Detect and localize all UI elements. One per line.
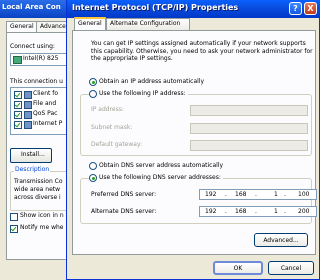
- octet: 1: [274, 191, 278, 198]
- checkbox-box[interactable]: [10, 213, 18, 221]
- checkbox-label: Notify me whe: [20, 224, 64, 231]
- checkbox-label: Show icon in n: [20, 212, 64, 219]
- tab-label: Advance: [40, 23, 66, 30]
- cancel-button[interactable]: Cancel: [268, 261, 314, 275]
- octet-separator: .: [225, 208, 227, 215]
- radio-dns-manual[interactable]: [89, 174, 97, 182]
- octet-separator: .: [284, 208, 286, 215]
- radio-dns-manual-label: Use the following DNS server addresses:: [97, 174, 223, 181]
- subnet-mask-input[interactable]: [190, 123, 308, 134]
- components-label: This connection u: [10, 78, 63, 85]
- tab-general-label: General: [78, 20, 102, 27]
- component-label: File and: [33, 100, 57, 107]
- radio-ip-manual-label: Use the following IP address:: [97, 90, 188, 97]
- advanced-button-label: Advanced...: [263, 237, 299, 244]
- description-heading: Description: [14, 166, 51, 173]
- tab-alternate-configuration[interactable]: Alternate Configuration: [106, 18, 190, 30]
- component-checkbox[interactable]: [14, 101, 22, 109]
- list-item[interactable]: File and: [14, 100, 74, 110]
- close-icon: X: [307, 4, 314, 13]
- adapter-name: Intel(R) 825: [23, 55, 59, 62]
- octet: 192: [205, 208, 217, 215]
- component-checkbox[interactable]: [14, 121, 22, 129]
- tab-alternate-label: Alternate Configuration: [110, 20, 181, 27]
- ok-button-label: OK: [233, 265, 243, 272]
- close-button[interactable]: X: [304, 2, 317, 15]
- component-icon: [24, 101, 32, 109]
- radio-ip-manual[interactable]: [89, 90, 97, 98]
- help-icon: ?: [293, 4, 298, 13]
- description-line: across diverse i: [14, 194, 61, 201]
- component-label: Client fo: [33, 90, 59, 97]
- dialog-title: Internet Protocol (TCP/IP) Properties: [72, 3, 239, 12]
- alternate-dns-input[interactable]: 192 . 168 . 1 . 200: [199, 206, 317, 217]
- component-icon: [24, 111, 32, 119]
- help-button[interactable]: ?: [289, 2, 302, 15]
- list-item[interactable]: Internet P: [14, 120, 74, 130]
- cancel-button-label: Cancel: [280, 265, 302, 272]
- ip-address-label: IP address:: [91, 106, 124, 113]
- radio-ip-auto[interactable]: [89, 78, 97, 86]
- background-title-bar: Local Area Con: [0, 0, 75, 18]
- radio-ip-auto-label: Obtain an IP address automatically: [99, 78, 205, 85]
- octet-separator: .: [284, 191, 286, 198]
- list-item[interactable]: Client fo: [14, 90, 74, 100]
- octet: 200: [298, 208, 310, 215]
- octet: 192: [205, 191, 217, 198]
- description-line: Transmission Co: [14, 178, 63, 185]
- octet-separator: .: [255, 208, 257, 215]
- dialog-description: You can get IP settings assigned automat…: [91, 40, 313, 62]
- notify-checkbox[interactable]: Notify me whe: [10, 224, 74, 234]
- background-window-title: Local Area Con: [2, 3, 61, 11]
- install-button-label: Install...: [21, 151, 45, 158]
- default-gateway-label: Default gateway:: [91, 141, 143, 148]
- octet-separator: .: [225, 191, 227, 198]
- local-area-connection-window: Local Area Con General Advance Connect u…: [0, 0, 78, 280]
- octet: 100: [298, 191, 310, 198]
- tab-general[interactable]: General: [74, 17, 106, 31]
- connect-using-label: Connect using:: [10, 43, 55, 50]
- component-icon: [24, 91, 32, 99]
- components-list: Client fo File and QoS Pac Internet P: [10, 87, 74, 135]
- advanced-button[interactable]: Advanced...: [254, 233, 308, 247]
- checkbox-box[interactable]: [10, 225, 18, 233]
- dialog-title-bar: Internet Protocol (TCP/IP) Properties ? …: [67, 0, 320, 18]
- show-icon-checkbox[interactable]: Show icon in n: [10, 212, 74, 222]
- component-icon: [24, 121, 32, 129]
- tab-label: General: [10, 23, 34, 30]
- default-gateway-input[interactable]: [190, 140, 308, 151]
- list-item[interactable]: QoS Pac: [14, 110, 74, 120]
- preferred-dns-input[interactable]: 192 . 168 . 1 . 100: [199, 189, 317, 200]
- component-checkbox[interactable]: [14, 111, 22, 119]
- octet: 168: [235, 191, 247, 198]
- adapter-field: Intel(R) 825: [10, 53, 74, 66]
- component-label: Internet P: [33, 120, 63, 127]
- radio-dns-auto[interactable]: [89, 162, 97, 170]
- preferred-dns-label: Preferred DNS server:: [91, 191, 157, 198]
- radio-dns-auto-label: Obtain DNS server address automatically: [99, 162, 224, 169]
- octet: 168: [235, 208, 247, 215]
- network-adapter-icon: [13, 56, 22, 64]
- component-checkbox[interactable]: [14, 91, 22, 99]
- ok-button[interactable]: OK: [213, 261, 263, 275]
- octet: 1: [274, 208, 278, 215]
- octet-separator: .: [255, 191, 257, 198]
- install-button[interactable]: Install...: [10, 148, 52, 163]
- component-label: QoS Pac: [33, 110, 58, 117]
- description-line: wide area netw: [14, 186, 61, 193]
- ip-address-input[interactable]: [190, 105, 308, 116]
- alternate-dns-label: Alternate DNS server:: [91, 208, 157, 215]
- subnet-mask-label: Subnet mask:: [91, 124, 133, 131]
- dns-server-group: [80, 178, 312, 224]
